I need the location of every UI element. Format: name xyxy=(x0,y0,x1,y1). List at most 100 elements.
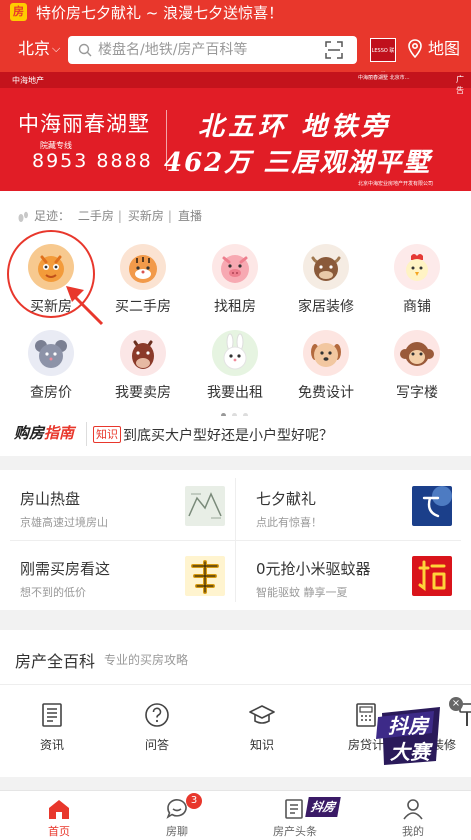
search-input[interactable] xyxy=(98,36,318,64)
app-logo-icon: 房 xyxy=(10,3,27,21)
service-label: 找租房 xyxy=(214,299,256,315)
guide-divider xyxy=(86,422,87,446)
services-pager[interactable] xyxy=(221,403,254,418)
tab-profile[interactable]: 我的 xyxy=(354,791,471,840)
encyclopedia-news[interactable]: 资讯 xyxy=(12,702,92,758)
map-thumb-icon xyxy=(185,486,225,526)
question-icon xyxy=(145,703,169,727)
floating-promo-badge[interactable]: 抖房 大赛 xyxy=(376,693,446,773)
promo-card[interactable]: 七夕献礼 点此有惊喜！ xyxy=(236,470,471,540)
service-label: 买二手房 xyxy=(115,299,171,315)
gold-character-icon xyxy=(185,556,225,596)
floating-promo-line1: 抖房 xyxy=(388,714,430,738)
graduation-cap-icon xyxy=(249,705,275,724)
card-subtitle: 点此有惊喜！ xyxy=(256,516,322,529)
top-header: 房 特价房七夕献礼 ~ 浪漫七夕送惊喜！ 北京⌵ LESSO 联塑 地图 xyxy=(0,0,471,78)
card-subtitle: 智能驱蚊 静享一夏 xyxy=(256,586,348,599)
highlight-arrow-icon xyxy=(66,286,104,326)
card-subtitle: 京雄高速过境房山 xyxy=(20,516,108,529)
card-title: 刚需买房看这 xyxy=(20,560,111,578)
tab-label: 首页 xyxy=(48,825,70,838)
card-title: 房山热盘 xyxy=(20,490,81,508)
service-shops[interactable]: 商铺 xyxy=(372,244,462,324)
banner-pager[interactable] xyxy=(221,182,254,188)
encyclopedia-label: 资讯 xyxy=(39,738,64,752)
map-label: 地图 xyxy=(428,39,461,58)
encyclopedia-qa[interactable]: 问答 xyxy=(117,702,197,758)
footprint-bar: 足迹： 二手房 | 买新房 | 直播 xyxy=(16,207,202,225)
promo-bar[interactable]: 房 特价房七夕献礼 ~ 浪漫七夕送惊喜！ xyxy=(0,0,471,28)
ad-banner[interactable]: 中海地产 中海丽春湖墅 北京市… 广告 中海丽春湖墅 院藏专线 8953 888… xyxy=(0,72,471,191)
user-icon xyxy=(403,799,423,820)
service-label: 家居装修 xyxy=(298,299,354,315)
map-pin-icon xyxy=(408,39,422,59)
service-label: 我要卖房 xyxy=(115,385,171,401)
encyclopedia-divider xyxy=(0,684,471,685)
tab-label: 房聊 xyxy=(166,825,188,838)
service-buy-second-hand[interactable]: 买二手房 xyxy=(98,244,188,324)
banner-hotline: 8953 8888 xyxy=(32,150,153,172)
footprint-label: 足迹： xyxy=(34,209,71,223)
card-title: 七夕献礼 xyxy=(256,490,317,508)
home-icon xyxy=(49,800,69,819)
floating-promo-line2: 大赛 xyxy=(390,740,433,764)
card-title: 0元抢小米驱蚊器 xyxy=(256,560,371,578)
tab-chat[interactable]: 3 房聊 xyxy=(118,791,236,840)
service-label: 免费设计 xyxy=(298,385,354,401)
footprint-link[interactable]: 直播 xyxy=(178,209,202,223)
service-sell-home[interactable]: 我要卖房 xyxy=(98,330,188,410)
encyclopedia-subtitle: 专业的买房攻略 xyxy=(104,653,189,667)
tiger-icon xyxy=(120,244,166,290)
encyclopedia-title: 房产全百科 xyxy=(15,652,96,671)
banner-small-print: 中海丽春湖墅 北京市… xyxy=(358,75,410,81)
ox-icon xyxy=(303,244,349,290)
city-selector[interactable]: 北京 ⌵ xyxy=(18,38,60,60)
promo-card[interactable]: 刚需买房看这 想不到的低价 xyxy=(0,540,235,610)
encyclopedia-knowledge[interactable]: 知识 xyxy=(222,702,302,758)
service-label: 商铺 xyxy=(403,299,431,315)
banner-headline-1: 北五环 地铁旁 xyxy=(198,112,392,142)
guide-logo: 购房指南 xyxy=(14,424,75,442)
promo-text[interactable]: 特价房七夕献礼 ~ 浪漫七夕送惊喜！ xyxy=(36,3,283,23)
chevron-down-icon: ⌵ xyxy=(52,42,61,55)
grab-character-icon xyxy=(412,556,452,596)
footprint-link[interactable]: 二手房 xyxy=(78,209,114,223)
service-check-price[interactable]: 查房价 xyxy=(6,330,96,410)
dog-icon xyxy=(303,330,349,376)
scan-icon[interactable] xyxy=(325,41,343,59)
rat-icon xyxy=(28,330,74,376)
encyclopedia-label: 问答 xyxy=(144,738,169,752)
city-label: 北京 xyxy=(18,39,51,58)
tab-home[interactable]: 首页 xyxy=(0,791,118,840)
footprint-icon xyxy=(18,211,28,222)
service-rent[interactable]: 找租房 xyxy=(190,244,280,324)
service-label: 我要出租 xyxy=(207,385,263,401)
rabbit-icon xyxy=(212,330,258,376)
promo-card[interactable]: 0元抢小米驱蚊器 智能驱蚊 静享一夏 xyxy=(236,540,471,610)
service-label: 写字楼 xyxy=(396,385,438,401)
tab-label: 我的 xyxy=(402,825,424,838)
tab-label: 房产头条 xyxy=(273,825,317,838)
news-icon xyxy=(42,703,62,727)
banner-headline-2: 462万 三居观湖平墅 xyxy=(164,148,432,178)
guide-headline[interactable]: 到底买大户型好还是小户型好呢？ xyxy=(123,425,333,445)
footprint-link[interactable]: 买新房 xyxy=(128,209,164,223)
banner-developer: 中海地产 xyxy=(12,76,44,85)
close-icon[interactable]: × xyxy=(449,697,463,711)
service-office[interactable]: 写字楼 xyxy=(372,330,462,410)
horse-icon xyxy=(120,330,166,376)
promo-card[interactable]: 房山热盘 京雄高速过境房山 xyxy=(0,470,235,540)
service-home-decor[interactable]: 家居装修 xyxy=(281,244,371,324)
headline-icon xyxy=(285,799,303,819)
search-box[interactable] xyxy=(68,36,357,64)
service-rent-out[interactable]: 我要出租 xyxy=(190,330,280,410)
map-button[interactable]: 地图 xyxy=(406,38,460,60)
service-free-design[interactable]: 免费设计 xyxy=(281,330,371,410)
chat-badge: 3 xyxy=(186,793,202,809)
buying-guide[interactable]: 购房指南 知识 到底买大户型好还是小户型好呢？ xyxy=(0,416,471,456)
tab-promo-badge[interactable]: 抖房 xyxy=(305,797,341,817)
banner-company: 北京中海宏业房地产开发有限公司 xyxy=(358,181,434,187)
banner-ad-label: 广告 xyxy=(456,75,464,95)
search-icon xyxy=(78,43,92,57)
brand-badge[interactable]: LESSO 联塑 xyxy=(370,38,396,78)
